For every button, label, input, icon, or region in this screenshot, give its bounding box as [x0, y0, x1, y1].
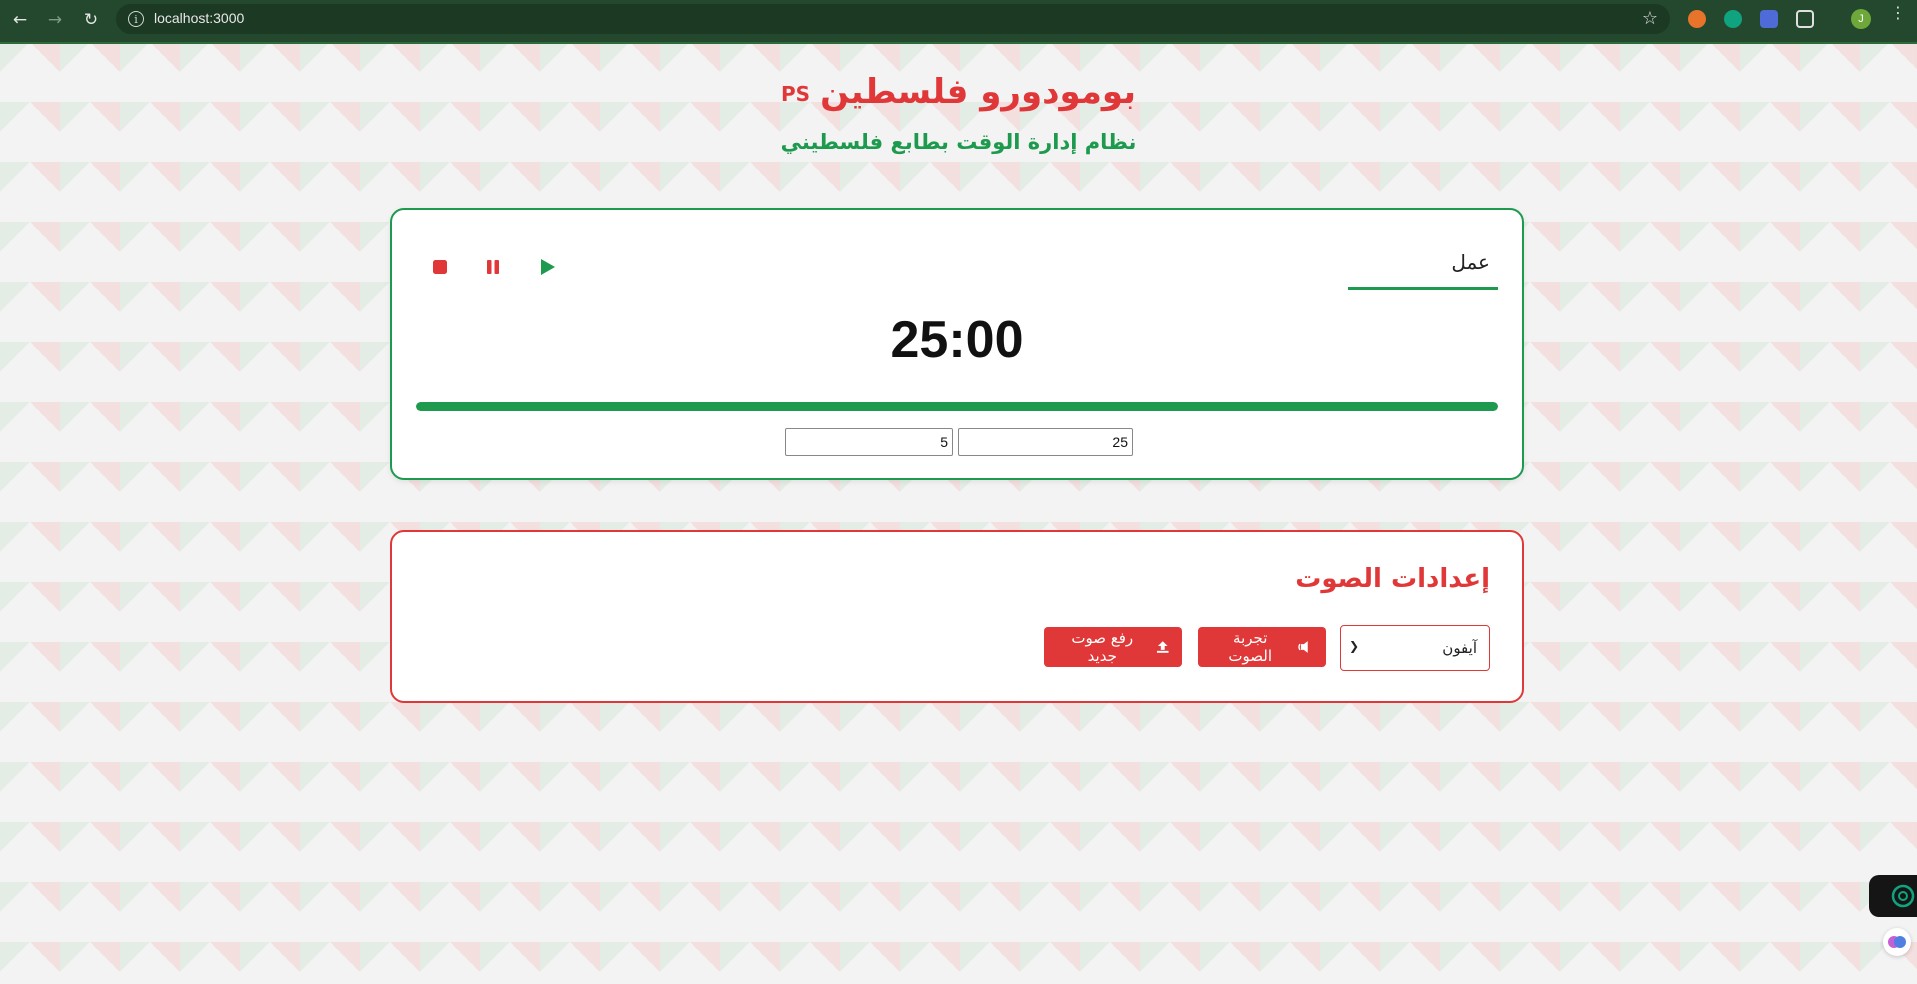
stop-button[interactable] [425, 252, 455, 282]
back-icon[interactable]: ← [9, 9, 31, 31]
break-minutes-input[interactable] [785, 428, 953, 456]
address-url[interactable]: localhost:3000 [154, 10, 244, 26]
brain-widget-button[interactable] [1883, 928, 1911, 956]
stop-icon [433, 260, 447, 274]
chevron-down-icon: ❯ [1349, 639, 1360, 653]
test-sound-button[interactable]: تجربة الصوت [1198, 627, 1326, 667]
address-bar[interactable]: i localhost:3000 ☆ [116, 4, 1670, 34]
extensions-puzzle-icon[interactable] [1796, 10, 1814, 28]
translate-extension-icon[interactable] [1760, 10, 1778, 28]
bookmark-star-icon[interactable]: ☆ [1642, 8, 1658, 29]
pause-icon [487, 260, 499, 274]
progress-fill [416, 402, 1498, 411]
upload-sound-button[interactable]: رفع صوت جديد [1044, 627, 1182, 667]
mode-label: عمل [1451, 250, 1490, 274]
title-badge: PS [781, 81, 811, 106]
sound-select-value: آيفون [1442, 639, 1477, 657]
profile-avatar[interactable]: J [1851, 9, 1871, 29]
pause-button[interactable] [478, 252, 508, 282]
progress-bar [416, 402, 1498, 411]
work-minutes-input[interactable] [958, 428, 1133, 456]
assistant-icon [1891, 884, 1915, 908]
upload-icon [1157, 641, 1170, 653]
volume-icon [1298, 641, 1309, 653]
forward-icon[interactable]: → [44, 9, 66, 31]
brain-icon [1888, 936, 1906, 948]
page-title: بومودورو فلسطين PS [0, 72, 1917, 122]
site-info-icon[interactable]: i [128, 11, 144, 27]
timer-card: عمل 25:00 [390, 208, 1524, 480]
assistant-widget-button[interactable] [1869, 875, 1917, 917]
upload-sound-label: رفع صوت جديد [1071, 629, 1134, 665]
test-sound-label: تجربة الصوت [1228, 629, 1273, 665]
extension-icon[interactable] [1688, 10, 1706, 28]
sound-settings-card: إعدادات الصوت آيفون ❯ تجربة الصوت رفع صو… [390, 530, 1524, 703]
browser-menu-icon[interactable]: ⋮ [1890, 5, 1906, 28]
play-button[interactable] [532, 252, 562, 282]
reload-icon[interactable]: ↻ [80, 9, 102, 31]
sound-select[interactable]: آيفون ❯ [1340, 625, 1490, 671]
sound-settings-title: إعدادات الصوت [1295, 564, 1490, 594]
title-text: بومودورو فلسطين [820, 72, 1136, 112]
timer-display: 25:00 [890, 311, 1024, 369]
page-subtitle: نظام إدارة الوقت بطابع فلسطيني [780, 130, 1137, 154]
play-icon [541, 259, 555, 275]
chatgpt-extension-icon[interactable] [1724, 10, 1742, 28]
browser-toolbar: ← → ↻ i localhost:3000 ☆ J ⋮ [0, 0, 1917, 44]
